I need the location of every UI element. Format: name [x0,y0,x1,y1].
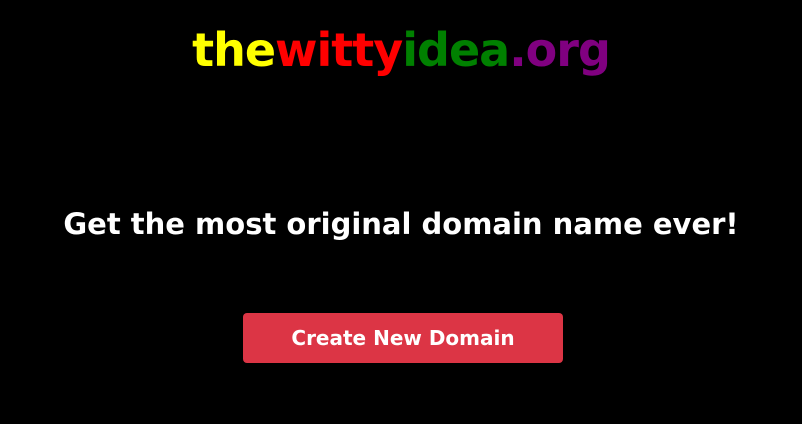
site-logo[interactable]: thewittyidea.org [0,22,802,78]
logo-part-the: the [192,23,276,77]
tagline: Get the most original domain name ever! [63,207,739,241]
logo-part-witty: witty [275,23,403,77]
logo-part-tld: .org [509,23,611,77]
logo-part-idea: idea [402,23,510,77]
create-new-domain-button[interactable]: Create New Domain [243,313,563,363]
page: thewittyidea.org Get the most original d… [0,0,802,424]
